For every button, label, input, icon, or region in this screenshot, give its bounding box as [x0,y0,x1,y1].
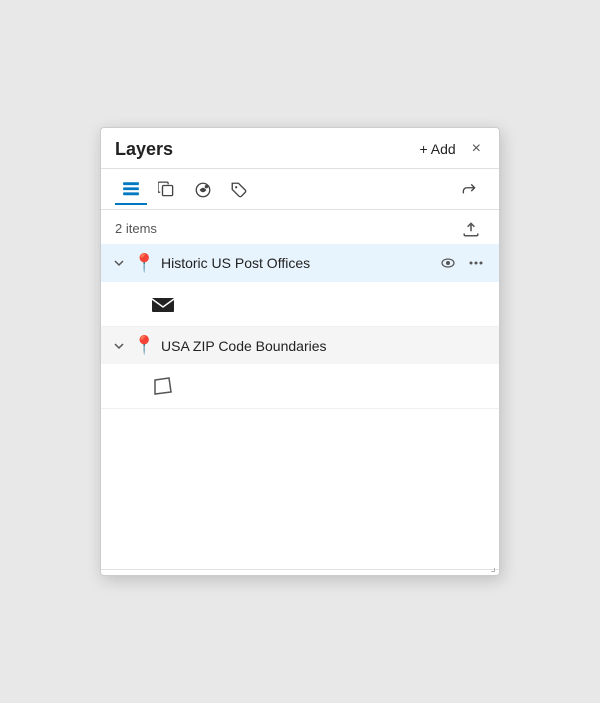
close-button[interactable]: × [468,138,485,160]
resize-handle[interactable]: ⌟ [487,559,499,575]
polygon-symbol [149,372,177,400]
style-icon [194,181,212,199]
point-symbol [149,290,177,318]
layer-actions-post-offices [435,252,489,274]
layer-row-zip-code[interactable]: 📍 USA ZIP Code Boundaries [101,327,499,364]
tag-icon [230,181,248,199]
envelope-symbol [149,290,177,318]
list-item: 📍 Historic US Post Offices [101,244,499,327]
upload-button[interactable] [457,216,485,240]
panel-footer: ⌟ [101,569,499,575]
panel-header: Layers + Add × [101,128,499,169]
layer-icon-zip-code: 📍 [133,335,155,356]
eye-icon [440,255,456,271]
toolbar [101,169,499,210]
layers-list: 📍 Historic US Post Offices [101,244,499,409]
expand-button-zip-code[interactable] [111,340,127,352]
list-item: 📍 USA ZIP Code Boundaries [101,327,499,409]
polygon-outline-symbol [149,372,177,400]
duplicate-button[interactable] [151,176,183,204]
duplicate-icon [158,181,176,199]
share-icon [460,181,478,199]
visibility-button-post-offices[interactable] [435,252,461,274]
more-icon [468,255,484,271]
list-icon [122,180,140,198]
toolbar-right [453,176,485,204]
layer-icon-post-offices: 📍 [133,253,155,274]
chevron-down-icon [113,340,125,352]
layer-symbol-zip-code [101,364,499,408]
layer-row-post-offices[interactable]: 📍 Historic US Post Offices [101,244,499,282]
more-button-post-offices[interactable] [463,252,489,274]
share-button[interactable] [453,176,485,204]
layer-symbol-post-offices [101,282,499,326]
panel-empty-space [101,409,499,569]
items-count-row: 2 items [101,210,499,244]
style-button[interactable] [187,176,219,204]
layer-name-zip-code: USA ZIP Code Boundaries [161,338,489,354]
add-button[interactable]: + Add [415,139,459,159]
chevron-down-icon [113,257,125,269]
panel-title: Layers [115,139,173,160]
layers-panel: Layers + Add × [100,127,500,576]
list-view-button[interactable] [115,175,147,205]
layer-name-post-offices: Historic US Post Offices [161,255,429,271]
header-actions: + Add × [415,138,485,160]
items-count-label: 2 items [115,221,157,236]
expand-button-post-offices[interactable] [111,257,127,269]
upload-icon [462,220,480,238]
tag-button[interactable] [223,176,255,204]
